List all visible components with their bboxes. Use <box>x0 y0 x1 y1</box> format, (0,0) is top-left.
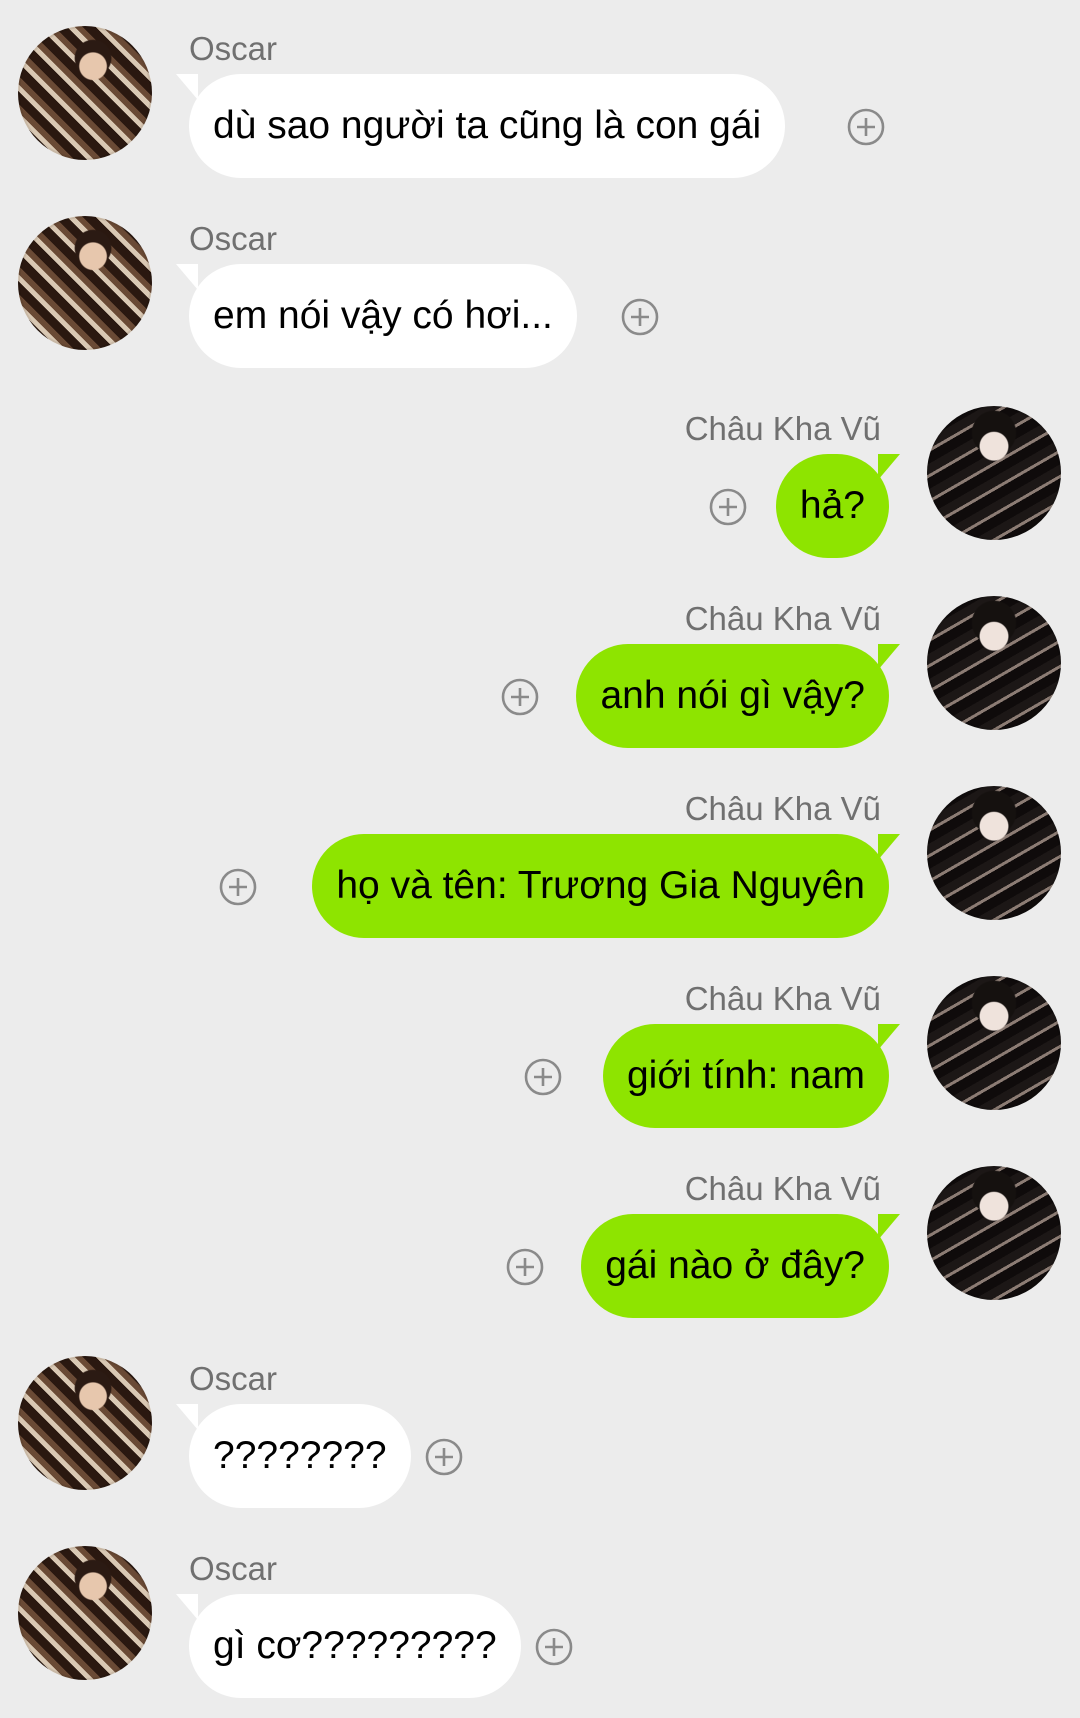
oscar-avatar[interactable] <box>18 1356 152 1490</box>
message-row: Châu Kha Vũ gái nào ở đây? <box>0 1140 1080 1320</box>
sender-name: Châu Kha Vũ <box>684 600 881 637</box>
bubble-tail <box>176 74 198 100</box>
sender-name: Oscar <box>189 1550 278 1587</box>
bubble-tail <box>878 1024 900 1050</box>
message-row: Oscar ???????? <box>0 1330 1080 1510</box>
plus-circle-icon[interactable] <box>621 298 659 336</box>
plus-circle-icon[interactable] <box>506 1248 544 1286</box>
bubble-tail <box>176 1594 198 1620</box>
message-bubble[interactable]: dù sao người ta cũng là con gái <box>189 74 786 178</box>
message-bubble[interactable]: gì cơ????????? <box>189 1594 521 1698</box>
message-row: Oscar em nói vậy có hơi... <box>0 190 1080 370</box>
sender-name: Châu Kha Vũ <box>684 980 881 1017</box>
plus-circle-icon[interactable] <box>847 108 885 146</box>
chau-kha-vu-avatar[interactable] <box>927 596 1061 730</box>
bubble-tail <box>878 834 900 860</box>
oscar-avatar[interactable] <box>18 26 152 160</box>
chau-kha-vu-avatar[interactable] <box>927 406 1061 540</box>
bubble-tail <box>878 644 900 670</box>
message-bubble[interactable]: họ và tên: Trương Gia Nguyên <box>312 834 889 938</box>
chau-kha-vu-avatar[interactable] <box>927 1166 1061 1300</box>
bubble-tail <box>176 1404 198 1430</box>
message-row: Châu Kha Vũ giới tính: nam <box>0 950 1080 1130</box>
plus-circle-icon[interactable] <box>535 1628 573 1666</box>
sender-name: Oscar <box>189 220 278 257</box>
message-row: Châu Kha Vũ anh nói gì vậy? <box>0 570 1080 750</box>
message-row: Châu Kha Vũ hả? <box>0 380 1080 560</box>
plus-circle-icon[interactable] <box>524 1058 562 1096</box>
message-bubble[interactable]: hả? <box>775 454 889 558</box>
bubble-tail <box>878 1214 900 1240</box>
message-bubble[interactable]: em nói vậy có hơi... <box>189 264 577 368</box>
sender-name: Oscar <box>189 30 278 67</box>
message-bubble[interactable]: ???????? <box>189 1404 411 1508</box>
sender-name: Oscar <box>189 1360 278 1397</box>
message-row: Châu Kha Vũ họ và tên: Trương Gia Nguyên <box>0 760 1080 940</box>
message-bubble[interactable]: giới tính: nam <box>602 1024 889 1128</box>
message-bubble[interactable]: anh nói gì vậy? <box>576 644 889 748</box>
plus-circle-icon[interactable] <box>219 868 257 906</box>
sender-name: Châu Kha Vũ <box>684 790 881 827</box>
message-bubble[interactable]: gái nào ở đây? <box>581 1214 889 1318</box>
bubble-tail <box>878 454 900 480</box>
sender-name: Châu Kha Vũ <box>684 410 881 447</box>
plus-circle-icon[interactable] <box>425 1438 463 1476</box>
plus-circle-icon[interactable] <box>501 678 539 716</box>
oscar-avatar[interactable] <box>18 216 152 350</box>
oscar-avatar[interactable] <box>18 1546 152 1680</box>
message-row: Oscar dù sao người ta cũng là con gái <box>0 0 1080 180</box>
sender-name: Châu Kha Vũ <box>684 1170 881 1207</box>
chau-kha-vu-avatar[interactable] <box>927 786 1061 920</box>
chau-kha-vu-avatar[interactable] <box>927 976 1061 1110</box>
plus-circle-icon[interactable] <box>709 488 747 526</box>
message-row: Oscar gì cơ????????? <box>0 1520 1080 1700</box>
bubble-tail <box>176 264 198 290</box>
